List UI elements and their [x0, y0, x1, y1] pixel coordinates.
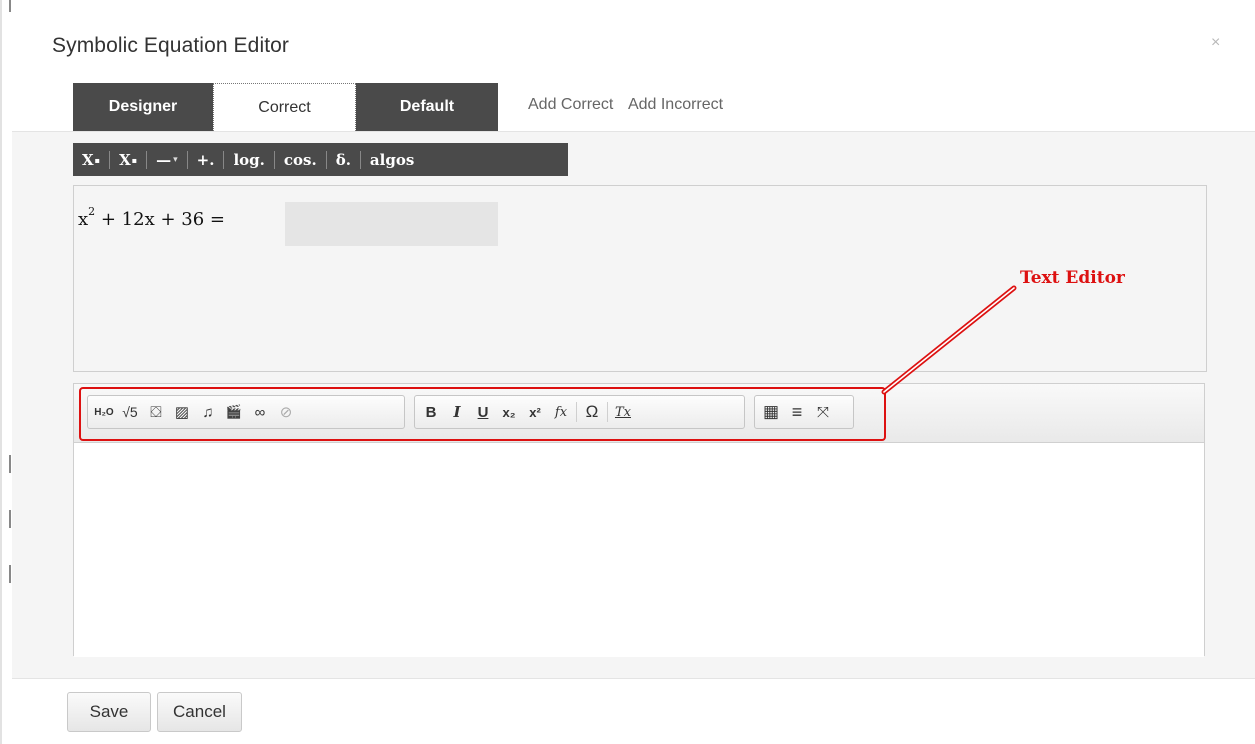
- answer-links: Add Correct Add Incorrect: [528, 96, 734, 114]
- formula-icon[interactable]: fx: [548, 399, 574, 425]
- link-icon[interactable]: ∞: [247, 399, 273, 425]
- answer-input[interactable]: [285, 202, 498, 246]
- subscript-mark: ▪: [131, 154, 138, 165]
- table-icon[interactable]: ▦: [758, 399, 784, 425]
- equation-text: x2 + 12x + 36 =: [78, 205, 231, 230]
- unlink-icon[interactable]: ⊘: [273, 399, 299, 425]
- maximize-icon[interactable]: ⤧: [810, 399, 836, 425]
- remove-format-icon[interactable]: Tx: [610, 399, 636, 425]
- image-icon[interactable]: ▨: [169, 399, 195, 425]
- cancel-button[interactable]: Cancel: [157, 692, 242, 732]
- fraction-button[interactable]: — ▾: [147, 143, 187, 176]
- dropdown-caret-icon: ▾: [173, 154, 178, 165]
- annotation-label: Text Editor: [1020, 268, 1125, 288]
- page-edge-mark: [9, 455, 11, 473]
- trig-button[interactable]: cos.: [275, 143, 326, 176]
- greek-button[interactable]: δ.: [327, 143, 360, 176]
- underline-icon[interactable]: U: [470, 399, 496, 425]
- dialog-title: Symbolic Equation Editor: [52, 34, 290, 57]
- music-note-icon[interactable]: ♫: [195, 399, 221, 425]
- add-correct-link[interactable]: Add Correct: [528, 96, 613, 113]
- superscript-mark: ▪: [94, 154, 101, 165]
- bold-icon[interactable]: B: [418, 399, 444, 425]
- toolbar-group-layout: ▦ ≡ ⤧: [754, 395, 854, 429]
- math-toolbar: X ▪ X ▪ — ▾ +. log. cos. δ. algos: [73, 143, 568, 176]
- page-edge: [0, 0, 2, 744]
- chemistry-icon[interactable]: H₂O: [91, 399, 117, 425]
- toolbar-divider: [607, 402, 608, 422]
- close-icon[interactable]: ×: [1211, 34, 1220, 52]
- algos-button[interactable]: algos: [361, 143, 423, 176]
- tab-bar: Designer Correct Default: [73, 83, 498, 131]
- save-button[interactable]: Save: [67, 692, 151, 732]
- text-editor: H₂O √5 ⛋ ▨ ♫ 🎬 ∞ ⊘ B I U x₂ x² fx Ω Tx ▦…: [73, 383, 1205, 657]
- equation-exponent: 2: [88, 205, 96, 218]
- log-button[interactable]: log.: [224, 143, 273, 176]
- italic-icon[interactable]: I: [444, 399, 470, 425]
- toolbar-group-format: B I U x₂ x² fx Ω Tx: [414, 395, 745, 429]
- operators-button[interactable]: +.: [188, 143, 224, 176]
- editor-content[interactable]: [74, 443, 1204, 657]
- superscript-button[interactable]: X ▪: [73, 143, 109, 176]
- sqrt-icon[interactable]: √5: [117, 399, 143, 425]
- tab-designer[interactable]: Designer: [73, 83, 213, 131]
- tab-default[interactable]: Default: [356, 83, 498, 131]
- superscript-icon[interactable]: x²: [522, 399, 548, 425]
- subscript-icon[interactable]: x₂: [496, 399, 522, 425]
- horizontal-rule-icon[interactable]: ≡: [784, 399, 810, 425]
- paint-bucket-icon[interactable]: ⛋: [143, 399, 169, 425]
- toolbar-divider: [576, 402, 577, 422]
- tab-correct[interactable]: Correct: [213, 83, 356, 131]
- page-edge-mark: [9, 565, 11, 583]
- clapperboard-icon[interactable]: 🎬: [221, 399, 247, 425]
- editor-toolbar: H₂O √5 ⛋ ▨ ♫ 🎬 ∞ ⊘ B I U x₂ x² fx Ω Tx ▦…: [74, 384, 1204, 443]
- page-edge-mark: [9, 0, 11, 12]
- page-edge-mark: [9, 510, 11, 528]
- add-incorrect-link[interactable]: Add Incorrect: [628, 96, 723, 113]
- special-char-icon[interactable]: Ω: [579, 399, 605, 425]
- toolbar-group-insert: H₂O √5 ⛋ ▨ ♫ 🎬 ∞ ⊘: [87, 395, 405, 429]
- subscript-button[interactable]: X ▪: [110, 143, 146, 176]
